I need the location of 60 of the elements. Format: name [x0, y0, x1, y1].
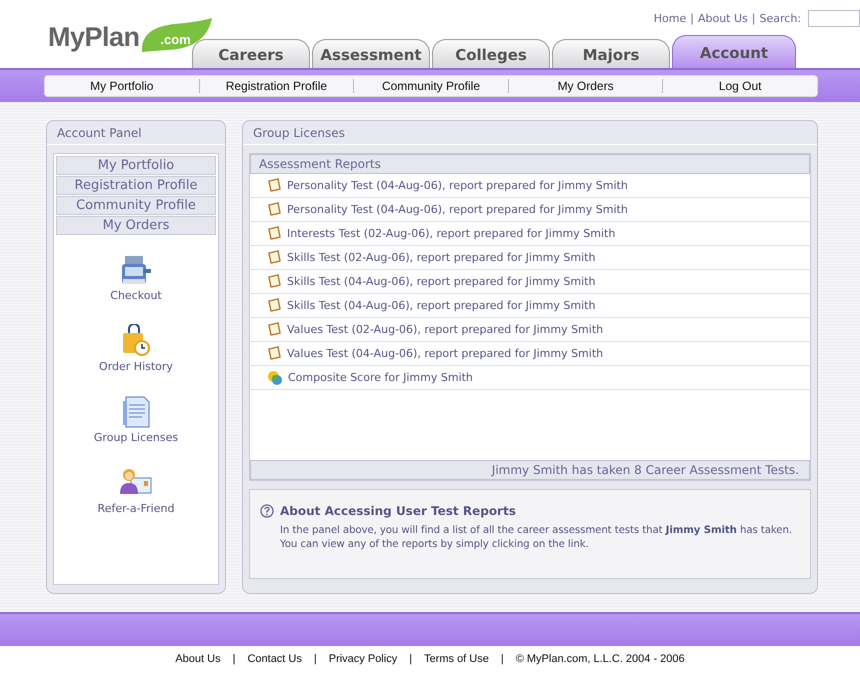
report-link[interactable]: Values Test (04-Aug-06), report prepared for Jimmy Smith — [287, 347, 604, 360]
nav-tab[interactable]: Careers — [192, 39, 310, 68]
separator: | — [232, 653, 236, 665]
subnav-link[interactable]: Community Profile — [353, 79, 508, 93]
subnav-link[interactable]: My Orders — [508, 79, 662, 93]
separator: | — [500, 653, 504, 665]
panel-title: Account Panel — [47, 121, 225, 145]
menu-item[interactable]: Registration Profile — [56, 176, 216, 195]
report-link[interactable]: Skills Test (04-Aug-06), report prepared for Jimmy Smith — [287, 275, 596, 288]
shortcut-link[interactable]: Order History — [99, 360, 173, 373]
separator: | — [409, 653, 412, 665]
menu-item[interactable]: Community Profile — [56, 196, 216, 215]
separator: | — [690, 12, 694, 25]
report-link[interactable]: Values Test (02-Aug-06), report prepared for Jimmy Smith — [287, 323, 604, 336]
search-label: Search: — [760, 12, 801, 25]
footer-link[interactable]: About Us — [175, 653, 221, 665]
menu-item[interactable]: My Portfolio — [56, 156, 216, 175]
note-icon — [267, 226, 282, 241]
subnav-link[interactable]: Log Out — [662, 79, 817, 93]
nav-tab[interactable]: Assessment — [312, 39, 430, 68]
report-link[interactable]: Skills Test (02-Aug-06), report prepared for Jimmy Smith — [287, 251, 596, 264]
report-link[interactable]: Skills Test (04-Aug-06), report prepared for Jimmy Smith — [287, 299, 596, 312]
info-title: About Accessing User Test Reports — [280, 504, 516, 518]
subnav-link[interactable]: Registration Profile — [198, 79, 354, 93]
note-icon — [267, 178, 282, 193]
panel-title: Group Licenses — [243, 121, 817, 145]
nav-tab[interactable]: Account — [672, 35, 796, 68]
menu-item[interactable]: My Orders — [56, 216, 216, 235]
list-header: Assessment Reports — [250, 154, 810, 174]
nav-tab[interactable]: Majors — [552, 39, 670, 68]
help-icon — [260, 504, 274, 518]
footer-link[interactable]: Privacy Policy — [328, 653, 398, 665]
footer-link[interactable]: Contact Us — [247, 653, 302, 665]
circles-icon — [267, 370, 283, 386]
report-link[interactable]: Personality Test (04-Aug-06), report prepared for Jimmy Smith — [287, 179, 628, 192]
report-link[interactable]: Interests Test (02-Aug-06), report prepared for Jimmy Smith — [287, 227, 616, 240]
document-icon[interactable] — [120, 395, 152, 429]
search-field[interactable] — [808, 10, 860, 27]
note-icon — [267, 298, 282, 313]
cash-register-icon[interactable] — [119, 253, 153, 287]
shortcut-link[interactable]: Checkout — [110, 289, 162, 302]
separator: | — [314, 653, 317, 665]
subnav-link[interactable]: My Portfolio — [45, 79, 199, 93]
nav-tab[interactable]: Colleges — [432, 39, 550, 68]
shortcut-link[interactable]: Group Licenses — [94, 431, 178, 444]
note-icon — [267, 346, 282, 361]
header-link[interactable]: About Us — [698, 12, 748, 25]
report-link[interactable]: Personality Test (04-Aug-06), report prepared for Jimmy Smith — [287, 203, 628, 216]
note-icon — [267, 202, 282, 217]
report-link[interactable]: Composite Score for Jimmy Smith — [288, 371, 473, 384]
shortcut-link[interactable]: Refer-a-Friend — [98, 502, 174, 515]
footer-link[interactable]: Terms of Use — [424, 653, 489, 665]
copyright: © MyPlan.com, L.L.C. 2004 - 2006 — [516, 653, 685, 665]
note-icon — [267, 322, 282, 337]
header-link[interactable]: Home — [654, 12, 686, 25]
note-icon — [267, 274, 282, 289]
info-text: In the panel above, you will find a list of all the career assessment tests that Jimmy Smith has taken. You can view any of the reports by simply clicking on the link. — [280, 524, 793, 552]
note-icon — [267, 250, 282, 265]
summary-bar: Jimmy Smith has taken 8 Career Assessment Tests. — [250, 460, 810, 480]
separator: | — [752, 12, 756, 25]
